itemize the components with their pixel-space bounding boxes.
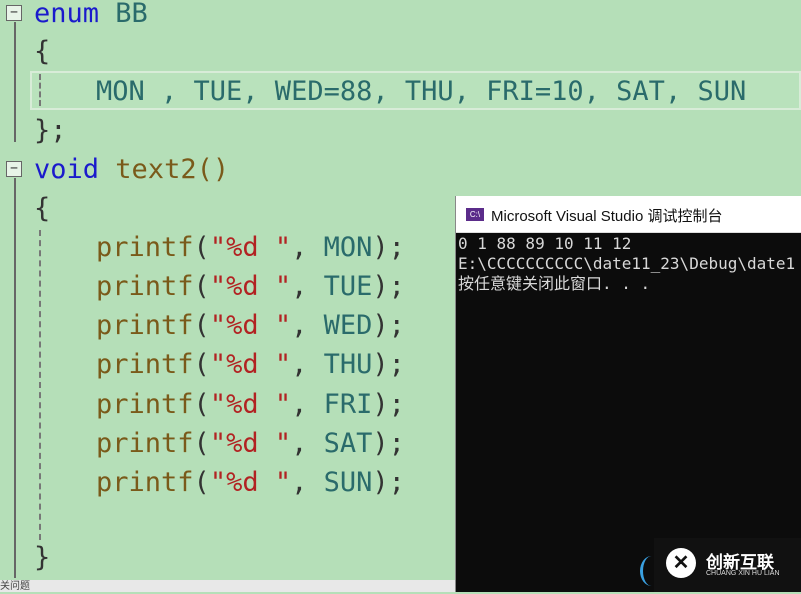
paren-open: ( [193,349,210,380]
format-string: "%d " [209,349,292,380]
paren-open: ( [193,467,210,498]
code-line-close-brace-1: }; [34,111,67,150]
printf-arg: WED [323,310,373,341]
printf-call: printf [96,467,194,498]
paren-open: ( [193,232,210,263]
paren-close-semicolon: ); [372,428,405,459]
console-title: Microsoft Visual Studio 调试控制台 [491,208,723,225]
paren-close-semicolon: ); [372,232,405,263]
format-string: "%d " [209,389,292,420]
console-app-icon: C:\ [466,208,484,221]
printf-call: printf [96,232,194,263]
paren-open: ( [193,428,210,459]
printf-arg: FRI [323,389,373,420]
paren-close-semicolon: ); [372,389,405,420]
printf-arg: TUE [323,271,373,302]
status-bar: 关问题 [0,580,455,592]
code-line-printf: printf("%d ", SAT); [96,424,405,463]
printf-call: printf [96,428,194,459]
logo-x-icon: ✕ [672,552,690,574]
printf-arg: THU [323,349,373,380]
paren-open: ( [193,389,210,420]
code-line-enum-decl: enum BB [34,0,148,33]
watermark-logo: ✕ 创新互联 CHUANG XIN HU LIAN [654,538,801,592]
code-line-printf: printf("%d ", WED); [96,306,405,345]
comma: , [291,310,324,341]
code-line-function-decl: void text2() [34,150,229,189]
console-output-line: 按任意键关闭此窗口. . . [458,274,651,293]
collapse-toggle-function[interactable]: − [6,161,22,177]
keyword-enum: enum [34,0,100,29]
code-line-close-brace-2: } [34,538,50,577]
code-line-open-brace-1: { [34,32,50,71]
paren-close-semicolon: ); [372,467,405,498]
comma: , [291,467,324,498]
open-brace: { [34,193,51,224]
printf-arg: SAT [323,428,373,459]
format-string: "%d " [209,271,292,302]
paren-open: ( [193,271,210,302]
comma: , [291,428,324,459]
printf-call: printf [96,271,194,302]
enum-name: BB [115,0,148,29]
code-line-printf: printf("%d ", FRI); [96,385,405,424]
printf-call: printf [96,389,194,420]
function-signature: text2() [115,154,230,185]
logo-text-en: CHUANG XIN HU LIAN [706,570,780,577]
paren-close-semicolon: ); [372,310,405,341]
format-string: "%d " [209,467,292,498]
format-string: "%d " [209,310,292,341]
code-line-open-brace-2: { [34,189,50,228]
fold-guide-enum [14,22,16,142]
comma: , [291,349,324,380]
paren-close-semicolon: ); [372,349,405,380]
fold-guide-function [14,178,16,578]
indent-guide-enum [39,74,41,106]
code-line-enum-items: MON , TUE, WED=88, THU, FRI=10, SAT, SUN [96,72,746,111]
printf-arg: MON [323,232,373,263]
collapse-toggle-enum[interactable]: − [6,5,22,21]
format-string: "%d " [209,232,292,263]
code-line-printf: printf("%d ", THU); [96,345,405,384]
keyword-void: void [34,154,100,185]
format-string: "%d " [209,428,292,459]
close-brace: } [34,542,51,573]
open-brace: { [34,36,51,67]
comma: , [291,389,324,420]
close-brace-semicolon: }; [34,115,67,146]
printf-arg: SUN [323,467,373,498]
code-line-printf: printf("%d ", MON); [96,228,405,267]
paren-close-semicolon: ); [372,271,405,302]
console-output-line: 0 1 88 89 10 11 12 [458,234,632,253]
code-line-printf: printf("%d ", SUN); [96,463,405,502]
comma: , [291,271,324,302]
comma: , [291,232,324,263]
error-list-tab[interactable]: 关问题 [0,581,30,592]
printf-call: printf [96,349,194,380]
code-line-printf: printf("%d ", TUE); [96,267,405,306]
enum-items: MON , TUE, WED=88, THU, FRI=10, SAT, SUN [96,76,747,107]
debug-console-window[interactable]: C:\ Microsoft Visual Studio 调试控制台 0 1 88… [455,196,801,592]
indent-guide-function [39,230,41,540]
paren-open: ( [193,310,210,341]
console-title-bar[interactable]: C:\ Microsoft Visual Studio 调试控制台 [456,196,801,233]
printf-call: printf [96,310,194,341]
console-output-line: E:\CCCCCCCCCC\date11_23\Debug\date1 [458,254,796,273]
